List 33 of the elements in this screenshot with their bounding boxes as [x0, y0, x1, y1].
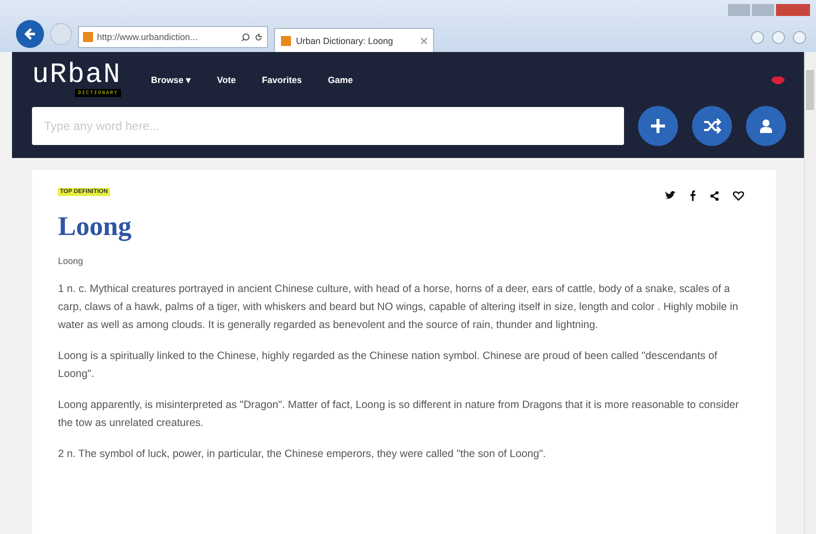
- definition-paragraph: 1 n. c. Mythical creatures portrayed in ancient Chinese culture, with head of a horse, horns of a deer, ears of cattle, body of a snake, scales of a carp, claws of a hawk, palms of a tiger, with whiskers and beard but NO wings, capable of altering itself in size, length and color . Highly mobile in water as well as among clouds. It is generally regarded as benevolent and the source of rain, thunder and lightning.: [58, 282, 740, 333]
- back-arrow-icon: [23, 27, 37, 41]
- definition-paragraph: Loong is a spiritually linked to the Chinese, highly regarded as the Chinese nation symbol. Chinese are proud of been called "descendants of Loong".: [58, 349, 718, 382]
- nav-link[interactable]: Vote: [217, 75, 236, 85]
- refresh-icon[interactable]: [254, 32, 263, 42]
- definition-paragraph: 2 n. The symbol of luck, power, in particular, the Chinese emperors, they were called "the son of Loong".: [58, 447, 547, 462]
- address-bar[interactable]: http://www.urbandiction...: [78, 26, 268, 48]
- definition-paragraph: Loong apparently, is misinterpreted as "Dragon". Matter of fact, Loong is so different in nature from Dragons that it is more reasonable to consider the tow as unrelated creatures.: [58, 398, 740, 431]
- shuffle-icon: [703, 118, 721, 134]
- user-icon: [758, 118, 774, 134]
- favicon-icon: [83, 32, 93, 42]
- scrollbar[interactable]: [804, 52, 816, 534]
- nav-link[interactable]: Browse ▾: [151, 75, 192, 85]
- window-controls[interactable]: [728, 4, 810, 16]
- meaning-text: Loong: [58, 256, 84, 266]
- facebook-icon[interactable]: [690, 190, 696, 201]
- favicon-icon: [281, 36, 291, 46]
- plus-icon: [649, 117, 667, 135]
- heart-icon[interactable]: [733, 190, 744, 200]
- close-icon[interactable]: [421, 38, 427, 44]
- nav-link[interactable]: Game: [328, 75, 353, 85]
- search-icon[interactable]: [241, 32, 250, 42]
- user-button[interactable]: [746, 106, 786, 146]
- word-title[interactable]: Loong: [58, 211, 132, 242]
- address-text: http://www.urbandiction...: [97, 32, 198, 42]
- back-button[interactable]: [16, 20, 44, 48]
- nav-link[interactable]: Favorites: [262, 75, 302, 85]
- add-button[interactable]: [638, 106, 678, 146]
- shuffle-button[interactable]: [692, 106, 732, 146]
- share-icon[interactable]: [710, 190, 719, 200]
- twitter-icon[interactable]: [665, 191, 676, 200]
- lips-icon[interactable]: [770, 75, 786, 85]
- browser-tab[interactable]: Urban Dictionary: Loong: [274, 28, 434, 52]
